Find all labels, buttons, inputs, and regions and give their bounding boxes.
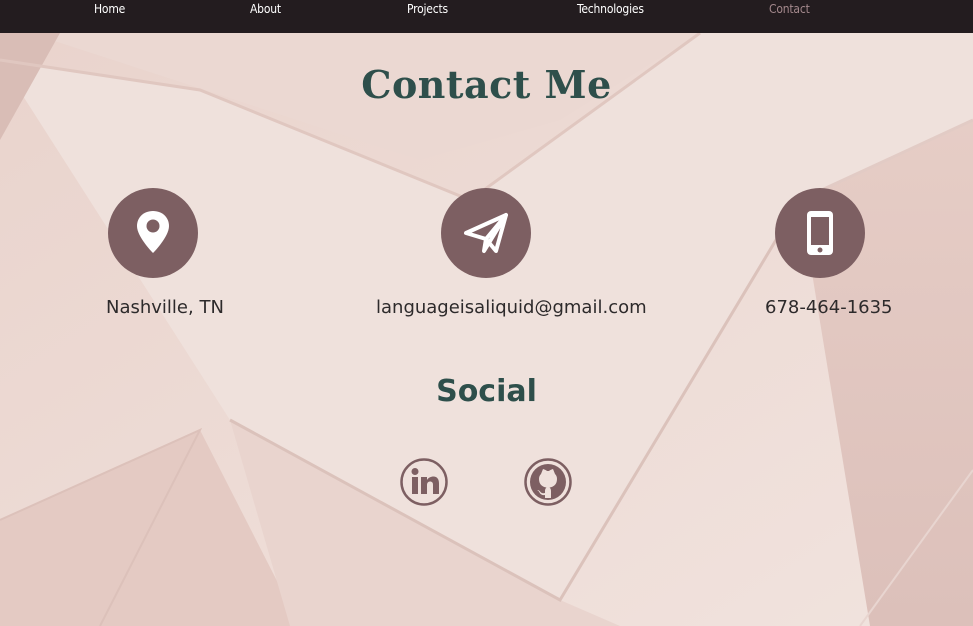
nav-contact-link[interactable]: Contact: [769, 2, 810, 16]
page-title: Contact Me: [361, 62, 612, 107]
email-icon-circle[interactable]: [441, 188, 531, 278]
mobile-phone-icon: [807, 211, 833, 255]
location-icon-circle: [108, 188, 198, 278]
social-heading: Social: [436, 374, 537, 409]
nav-projects-link[interactable]: Projects: [407, 2, 448, 16]
paper-plane-icon: [464, 213, 508, 253]
email-text[interactable]: languageisaliquid@gmail.com: [376, 297, 647, 318]
linkedin-icon: [400, 458, 448, 506]
phone-text: 678-464-1635: [765, 297, 893, 318]
top-navigation: Home About Projects Technologies Contact: [0, 0, 973, 33]
github-link[interactable]: [524, 458, 572, 506]
nav-technologies-link[interactable]: Technologies: [577, 2, 644, 16]
linkedin-link[interactable]: [400, 458, 448, 506]
map-pin-icon: [137, 211, 169, 253]
phone-icon-circle: [775, 188, 865, 278]
github-icon: [524, 458, 572, 506]
location-text: Nashville, TN: [106, 297, 224, 318]
nav-home-link[interactable]: Home: [94, 2, 125, 16]
nav-about-link[interactable]: About: [250, 2, 281, 16]
